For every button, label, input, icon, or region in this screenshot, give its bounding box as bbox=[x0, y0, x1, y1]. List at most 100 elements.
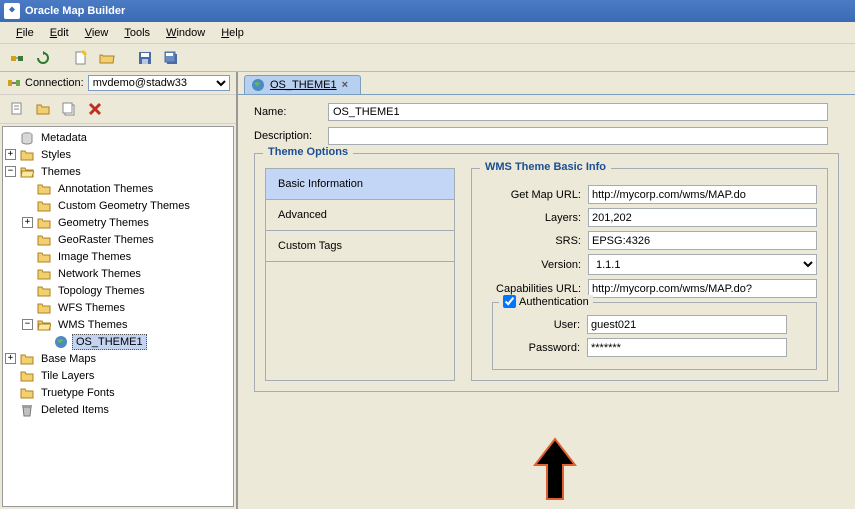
user-label: User: bbox=[501, 319, 587, 331]
nav-advanced[interactable]: Advanced bbox=[266, 200, 454, 231]
folder-icon bbox=[19, 385, 35, 401]
tab-close-icon[interactable]: × bbox=[342, 79, 354, 91]
menu-window[interactable]: Window bbox=[158, 25, 213, 41]
folder-icon bbox=[19, 147, 35, 163]
menu-help[interactable]: Help bbox=[213, 25, 252, 41]
tree-themes[interactable]: Themes bbox=[38, 165, 84, 179]
folder-icon bbox=[36, 266, 52, 282]
password-field[interactable] bbox=[587, 338, 787, 357]
tree-wfs[interactable]: WFS Themes bbox=[55, 301, 128, 315]
menu-file[interactable]: File bbox=[8, 25, 42, 41]
tree-custom-geom[interactable]: Custom Geometry Themes bbox=[55, 199, 193, 213]
tree-deleted[interactable]: Deleted Items bbox=[38, 403, 112, 417]
tree-toggle[interactable]: + bbox=[5, 353, 16, 364]
srs-field[interactable] bbox=[588, 231, 817, 250]
tree-toggle[interactable]: + bbox=[5, 149, 16, 160]
main-toolbar bbox=[0, 44, 855, 72]
tree-toggle[interactable]: − bbox=[22, 319, 33, 330]
folder-open-icon bbox=[19, 164, 35, 180]
wms-group-legend: WMS Theme Basic Info bbox=[480, 161, 611, 173]
tree-tile-layers[interactable]: Tile Layers bbox=[38, 369, 97, 383]
toolbar-open-icon[interactable] bbox=[96, 47, 118, 69]
editor-panel: OS_THEME1 × Name: Description: Theme Opt… bbox=[238, 72, 855, 509]
tree-copy-icon[interactable] bbox=[58, 98, 80, 120]
wms-basic-info-group: WMS Theme Basic Info Get Map URL: Layers… bbox=[471, 168, 828, 381]
folder-icon bbox=[36, 283, 52, 299]
connection-label: Connection: bbox=[25, 77, 84, 89]
folder-icon bbox=[19, 368, 35, 384]
tree-annotation[interactable]: Annotation Themes bbox=[55, 182, 156, 196]
folder-open-icon bbox=[36, 317, 52, 333]
version-select[interactable]: 1.1.1 bbox=[588, 254, 817, 275]
layers-label: Layers: bbox=[482, 212, 588, 224]
tree-new-folder-icon[interactable] bbox=[32, 98, 54, 120]
tree-os-theme1[interactable]: OS_THEME1 bbox=[72, 334, 147, 350]
globe-icon bbox=[53, 334, 69, 350]
metadata-tree[interactable]: Metadata + Styles − Themes Annotation Them… bbox=[2, 126, 234, 507]
theme-options-legend: Theme Options bbox=[263, 146, 353, 158]
version-label: Version: bbox=[482, 259, 588, 271]
capabilities-url-label: Capabilities URL: bbox=[482, 283, 588, 295]
tree-root[interactable]: Metadata bbox=[38, 131, 90, 145]
left-panel: Connection: mvdemo@stadw33 Metadata + Sty… bbox=[0, 72, 238, 509]
nav-custom-tags[interactable]: Custom Tags bbox=[266, 231, 454, 262]
folder-icon bbox=[36, 215, 52, 231]
folder-icon bbox=[19, 351, 35, 367]
database-icon bbox=[19, 130, 35, 146]
tree-georaster[interactable]: GeoRaster Themes bbox=[55, 233, 157, 247]
window-titlebar: Oracle Map Builder bbox=[0, 0, 855, 22]
tree-base-maps[interactable]: Base Maps bbox=[38, 352, 99, 366]
name-label: Name: bbox=[254, 106, 328, 118]
toolbar-new-icon[interactable] bbox=[70, 47, 92, 69]
connection-icon bbox=[6, 75, 22, 91]
get-map-url-field[interactable] bbox=[588, 185, 817, 204]
tree-toggle[interactable]: + bbox=[22, 217, 33, 228]
tree-expand-icon[interactable] bbox=[6, 98, 28, 120]
globe-icon bbox=[251, 78, 265, 92]
toolbar-save-icon[interactable] bbox=[134, 47, 156, 69]
tab-os-theme1[interactable]: OS_THEME1 × bbox=[244, 75, 361, 94]
nav-basic-information[interactable]: Basic Information bbox=[266, 169, 454, 200]
folder-icon bbox=[36, 249, 52, 265]
description-field[interactable] bbox=[328, 127, 828, 145]
menu-edit[interactable]: Edit bbox=[42, 25, 77, 41]
tree-wms[interactable]: WMS Themes bbox=[55, 318, 130, 332]
tree-styles[interactable]: Styles bbox=[38, 148, 74, 162]
menu-view[interactable]: View bbox=[77, 25, 117, 41]
tab-strip: OS_THEME1 × bbox=[238, 72, 855, 94]
get-map-url-label: Get Map URL: bbox=[482, 189, 588, 201]
authentication-group: Authentication User: Password: bbox=[492, 302, 817, 370]
tab-label: OS_THEME1 bbox=[270, 79, 337, 91]
tree-network[interactable]: Network Themes bbox=[55, 267, 144, 281]
connection-bar: Connection: mvdemo@stadw33 bbox=[0, 72, 236, 95]
authentication-label: Authentication bbox=[519, 296, 589, 308]
options-nav: Basic Information Advanced Custom Tags bbox=[265, 168, 455, 381]
tree-delete-icon[interactable] bbox=[84, 98, 106, 120]
folder-icon bbox=[36, 198, 52, 214]
left-panel-toolbar bbox=[0, 95, 236, 124]
tree-truetype[interactable]: Truetype Fonts bbox=[38, 386, 118, 400]
authentication-checkbox[interactable] bbox=[503, 295, 516, 308]
toolbar-refresh-icon[interactable] bbox=[32, 47, 54, 69]
menubar: File Edit View Tools Window Help bbox=[0, 22, 855, 44]
capabilities-url-field[interactable] bbox=[588, 279, 817, 298]
app-logo-icon bbox=[4, 3, 20, 19]
toolbar-connect-icon[interactable] bbox=[6, 47, 28, 69]
folder-icon bbox=[36, 300, 52, 316]
layers-field[interactable] bbox=[588, 208, 817, 227]
menu-tools[interactable]: Tools bbox=[116, 25, 158, 41]
tree-topology[interactable]: Topology Themes bbox=[55, 284, 148, 298]
tree-toggle[interactable]: − bbox=[5, 166, 16, 177]
trash-icon bbox=[19, 402, 35, 418]
connection-select[interactable]: mvdemo@stadw33 bbox=[88, 75, 230, 91]
window-title: Oracle Map Builder bbox=[25, 5, 125, 17]
tree-image[interactable]: Image Themes bbox=[55, 250, 134, 264]
tree-geometry[interactable]: Geometry Themes bbox=[55, 216, 152, 230]
name-field[interactable] bbox=[328, 103, 828, 121]
theme-options-group: Theme Options Basic Information Advanced… bbox=[254, 153, 839, 392]
toolbar-saveall-icon[interactable] bbox=[160, 47, 182, 69]
folder-icon bbox=[36, 232, 52, 248]
password-label: Password: bbox=[501, 342, 587, 354]
srs-label: SRS: bbox=[482, 235, 588, 247]
user-field[interactable] bbox=[587, 315, 787, 334]
